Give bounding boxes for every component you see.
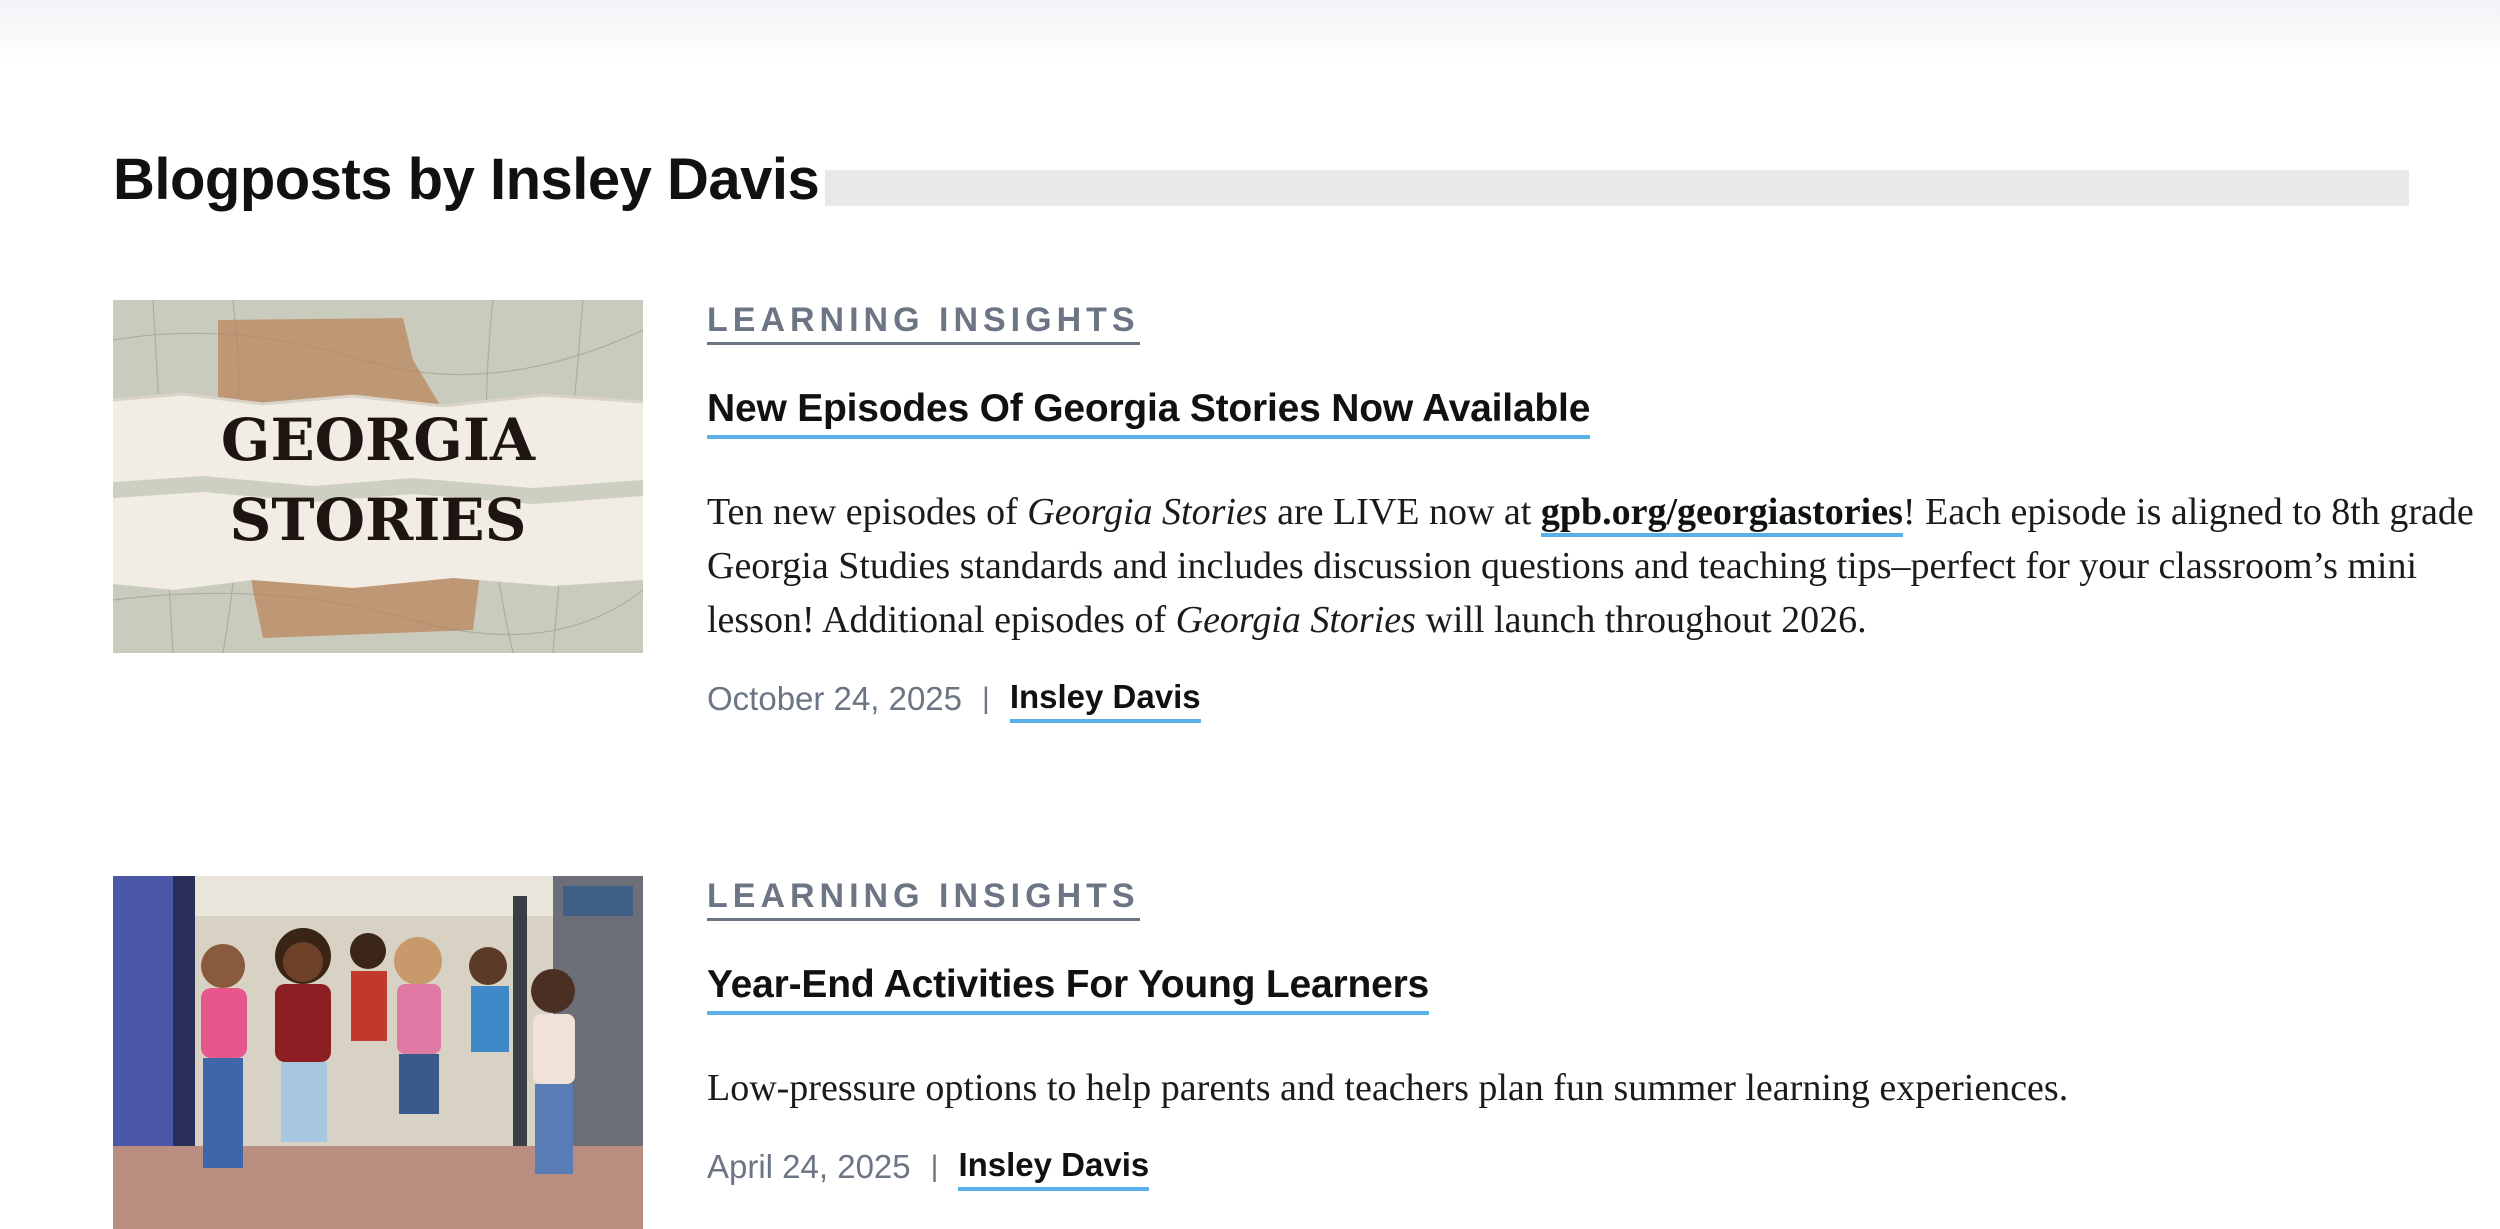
blog-post: LEARNING INSIGHTS Year-End Activities Fo…: [113, 876, 2413, 1229]
excerpt-link[interactable]: gpb.org/georgiastories: [1540, 491, 1903, 537]
post-content: LEARNING INSIGHTS New Episodes Of Georgi…: [707, 300, 2500, 723]
post-thumbnail-georgia-stories[interactable]: GEORGIA STORIES: [113, 300, 643, 653]
meta-separator: |: [982, 682, 990, 715]
top-shadow: [0, 0, 2500, 64]
meta-separator: |: [930, 1150, 939, 1183]
excerpt-emphasis: Georgia Stories: [1175, 599, 1416, 641]
excerpt-text: will launch throughout 2026.: [1415, 599, 1867, 641]
kids-running-image: [113, 876, 643, 1229]
page-heading: Blogposts by Insley Davis: [113, 140, 2409, 220]
post-date: April 24, 2025: [707, 1148, 911, 1185]
post-author-link[interactable]: Insley Davis: [1009, 675, 1201, 723]
post-excerpt: Low-pressure options to help parents and…: [707, 1067, 2069, 1109]
georgia-stories-image: GEORGIA STORIES: [113, 300, 643, 653]
post-title-link[interactable]: New Episodes Of Georgia Stories Now Avai…: [707, 385, 1590, 439]
post-meta: April 24, 2025 | Insley Davis: [707, 1143, 2500, 1191]
thumbnail-word-1: GEORGIA: [221, 406, 536, 474]
excerpt-text: are LIVE now at: [1267, 491, 1541, 533]
thumbnail-word-2: STORIES: [230, 486, 527, 554]
post-category-link[interactable]: LEARNING INSIGHTS: [707, 300, 1140, 345]
post-author-link[interactable]: Insley Davis: [958, 1143, 1150, 1191]
post-thumbnail-young-learners[interactable]: [113, 876, 643, 1229]
post-category-link[interactable]: LEARNING INSIGHTS: [707, 876, 1140, 921]
post-content: LEARNING INSIGHTS Year-End Activities Fo…: [707, 876, 2500, 1191]
post-excerpt: Ten new episodes of Georgia Stories are …: [707, 485, 2500, 647]
post-meta: October 24, 2025 | Insley Davis: [707, 675, 2500, 723]
excerpt-emphasis: Georgia Stories: [1027, 491, 1268, 533]
post-title-link[interactable]: Year-End Activities For Young Learners: [707, 961, 1429, 1015]
post-date: October 24, 2025: [707, 680, 963, 717]
blog-post: GEORGIA STORIES LEARNING INSIGHTS New Ep…: [113, 300, 2474, 760]
excerpt-text: Ten new episodes of: [707, 491, 1028, 533]
page-title: Blogposts by Insley Davis: [113, 140, 826, 220]
